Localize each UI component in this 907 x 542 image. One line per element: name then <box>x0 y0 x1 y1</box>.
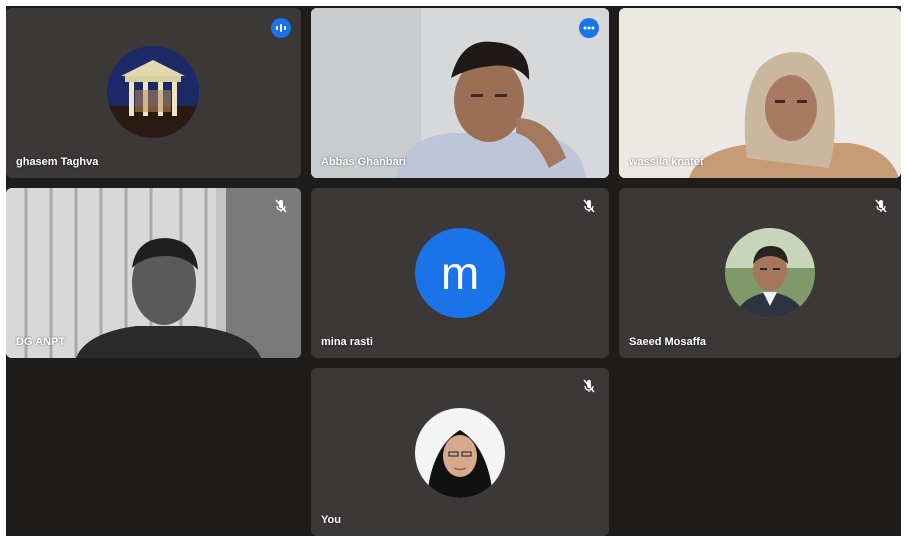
participant-name: You <box>321 514 341 526</box>
mic-off-icon <box>273 198 289 214</box>
participant-tile-saeed-mosaffa[interactable]: Saeed Mosaffa <box>619 188 901 358</box>
participant-name: DG ANPT <box>16 336 66 348</box>
participant-avatar <box>415 408 505 498</box>
meeting-grid: ghasem Taghva Abbas Ghanbari wassila kna… <box>6 6 901 536</box>
participant-tile-abbas-ghanbari[interactable]: Abbas Ghanbari <box>311 8 609 178</box>
more-options-icon[interactable] <box>579 18 599 38</box>
participant-name: ghasem Taghva <box>16 156 99 168</box>
participant-avatar-letter: m <box>415 228 505 318</box>
participant-tile-wassila-knatef[interactable]: wassila knatef <box>619 8 901 178</box>
participant-tile-ghasem-taghva[interactable]: ghasem Taghva <box>6 8 301 178</box>
participant-avatar <box>725 228 815 318</box>
participant-name: wassila knatef <box>629 156 704 168</box>
mic-off-icon <box>873 198 889 214</box>
participant-avatar <box>107 46 199 138</box>
participant-tile-you[interactable]: You <box>311 368 609 536</box>
participant-video <box>619 8 901 178</box>
speaking-indicator-icon <box>271 18 291 38</box>
participant-video <box>6 188 301 358</box>
participant-tile-dg-anpt[interactable]: DG ANPT <box>6 188 301 358</box>
mic-off-icon <box>581 198 597 214</box>
participant-video <box>311 8 609 178</box>
mic-off-icon <box>581 378 597 394</box>
participant-tile-mina-rasti[interactable]: m mina rasti <box>311 188 609 358</box>
participant-name: mina rasti <box>321 336 373 348</box>
participant-name: Saeed Mosaffa <box>629 336 707 348</box>
participant-name: Abbas Ghanbari <box>321 156 406 168</box>
